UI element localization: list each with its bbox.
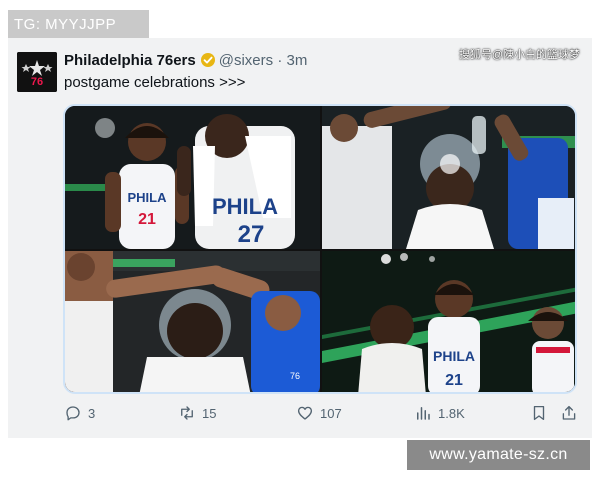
bookmark-icon (533, 405, 545, 421)
heart-icon (297, 406, 313, 420)
views-button[interactable]: 1.8K (414, 404, 465, 422)
screenshot-page: TG: MYYJJPP 76 Philadelphia 76ers @sixers… (0, 0, 600, 480)
sixers-logo-icon: 76 (17, 52, 57, 92)
photo-celebration-4[interactable]: PHILA 21 (322, 251, 575, 392)
bar-chart-icon (417, 407, 430, 420)
reply-count: 3 (88, 405, 96, 421)
jersey-text-phila: PHILA (212, 194, 278, 219)
photo-celebration-1[interactable]: PHILA 21 PHILA 27 (65, 106, 320, 249)
repost-count: 15 (202, 405, 217, 421)
site-overlay-label: www.yamate-sz.cn (407, 440, 590, 470)
avatar[interactable]: 76 (17, 52, 57, 92)
jersey-text-phila: PHILA (128, 190, 168, 205)
view-count: 1.8K (438, 405, 465, 421)
tweet-text: postgame celebrations >>> (64, 74, 246, 91)
media-grid: PHILA 21 PHILA 27 76 PHILA 21 (63, 104, 577, 394)
repost-icon (181, 406, 193, 420)
share-button[interactable] (560, 404, 578, 422)
verified-icon (200, 52, 216, 72)
svg-text:76: 76 (290, 371, 300, 381)
tweet-header: Philadelphia 76ers @sixers · 3m (64, 52, 307, 72)
jersey-text-phila: PHILA (433, 348, 475, 364)
svg-text:76: 76 (31, 76, 43, 88)
jersey-number: 27 (238, 221, 265, 248)
dot-separator: · (277, 52, 283, 69)
repost-button[interactable]: 15 (178, 404, 216, 422)
tg-overlay-label: TG: MYYJJPP (8, 10, 149, 40)
like-count: 107 (320, 405, 342, 421)
photo-celebration-2[interactable] (322, 106, 575, 249)
reply-icon (66, 406, 80, 421)
reply-button[interactable]: 3 (64, 404, 95, 422)
post-time[interactable]: 3m (286, 52, 307, 69)
action-bar: 3 15 107 1.8K (64, 404, 578, 426)
sohu-watermark: 搜狐号@陳小白的篮球梦 (458, 49, 580, 61)
author-handle[interactable]: @sixers (219, 52, 273, 69)
author-name[interactable]: Philadelphia 76ers (64, 52, 196, 69)
jersey-number: 21 (445, 372, 463, 389)
tweet-card[interactable]: 76 Philadelphia 76ers @sixers · 3m postga… (8, 38, 592, 438)
share-icon (562, 405, 576, 420)
bookmark-button[interactable] (530, 404, 548, 422)
jersey-number: 21 (138, 211, 156, 228)
photo-celebration-3[interactable]: 76 (65, 251, 320, 392)
like-button[interactable]: 107 (296, 404, 342, 422)
